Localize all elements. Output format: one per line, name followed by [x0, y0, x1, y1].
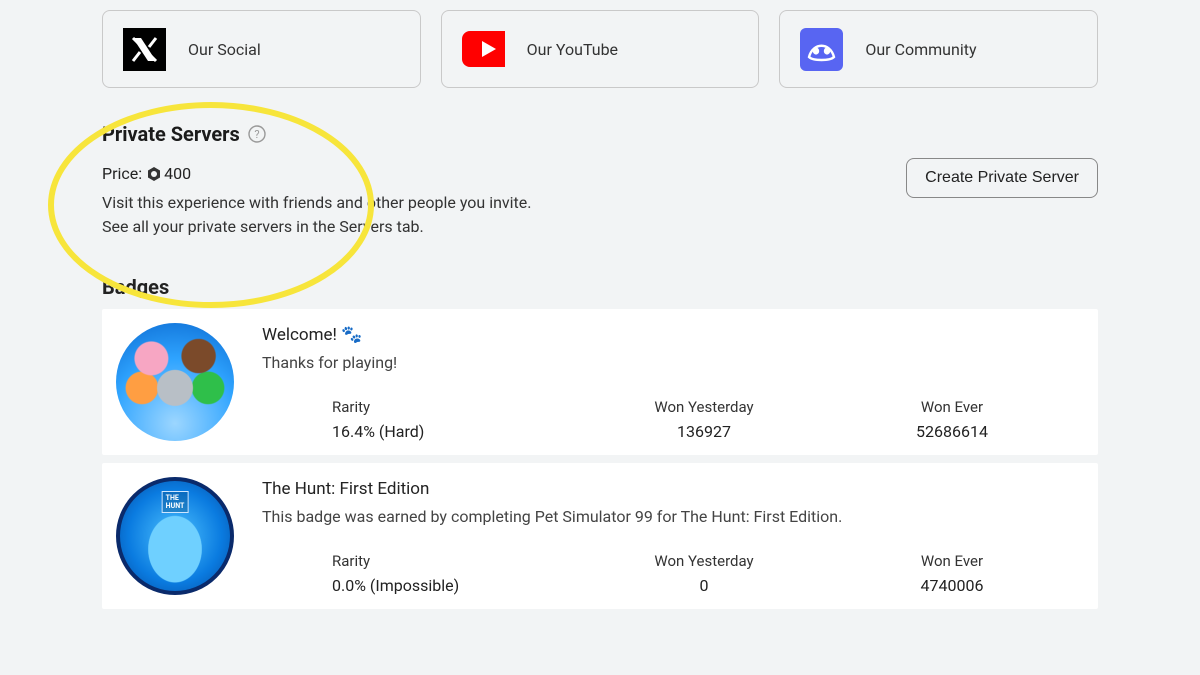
social-card-discord[interactable]: Our Community: [779, 10, 1098, 88]
badge-description: This badge was earned by completing Pet …: [262, 507, 1076, 526]
stat-label-yesterday: Won Yesterday: [580, 398, 828, 416]
price-label: Price:: [102, 164, 142, 183]
badge-description: Thanks for playing!: [262, 353, 1076, 372]
badge-image: THEHUNT: [116, 477, 234, 595]
price-value: 400: [164, 164, 191, 183]
stat-value-rarity: 0.0% (Impossible): [332, 576, 580, 595]
stat-label-ever: Won Ever: [828, 398, 1076, 416]
social-links-row: Our Social Our YouTube Our Community: [102, 10, 1098, 88]
badge-card[interactable]: THEHUNT The Hunt: First Edition This bad…: [102, 463, 1098, 609]
stat-value-yesterday: 136927: [580, 422, 828, 441]
badge-stats: Rarity 16.4% (Hard) Won Yesterday 136927 W…: [262, 388, 1076, 441]
stat-label-rarity: Rarity: [332, 552, 580, 570]
robux-icon: [146, 166, 162, 182]
social-label: Our Community: [865, 40, 976, 59]
badge-name: Welcome! 🐾: [262, 325, 1076, 345]
stat-label-yesterday: Won Yesterday: [580, 552, 828, 570]
servers-tab-link[interactable]: Servers: [339, 217, 392, 236]
stat-label-ever: Won Ever: [828, 552, 1076, 570]
private-servers-section: Private Servers ? Price: 400 Visit this …: [102, 122, 1098, 239]
discord-icon: [800, 28, 843, 71]
stat-value-ever: 52686614: [828, 422, 1076, 441]
svg-text:?: ?: [254, 128, 259, 141]
help-icon[interactable]: ?: [248, 125, 266, 143]
private-servers-title: Private Servers: [102, 122, 240, 146]
social-card-x[interactable]: Our Social: [102, 10, 421, 88]
badge-card[interactable]: Welcome! 🐾 Thanks for playing! Rarity 16.…: [102, 309, 1098, 455]
stat-label-rarity: Rarity: [332, 398, 580, 416]
stat-value-rarity: 16.4% (Hard): [332, 422, 580, 441]
create-private-server-button[interactable]: Create Private Server: [906, 158, 1098, 198]
social-label: Our Social: [188, 40, 261, 59]
badge-image: [116, 323, 234, 441]
private-servers-description: Visit this experience with friends and o…: [102, 191, 1098, 239]
social-card-youtube[interactable]: Our YouTube: [441, 10, 760, 88]
stat-value-ever: 4740006: [828, 576, 1076, 595]
badge-stats: Rarity 0.0% (Impossible) Won Yesterday 0 W…: [262, 542, 1076, 595]
social-label: Our YouTube: [527, 40, 618, 59]
badge-name: The Hunt: First Edition: [262, 479, 1076, 499]
youtube-icon: [462, 28, 505, 71]
stat-value-yesterday: 0: [580, 576, 828, 595]
x-icon: [123, 28, 166, 71]
badges-title: Badges: [102, 275, 1098, 299]
